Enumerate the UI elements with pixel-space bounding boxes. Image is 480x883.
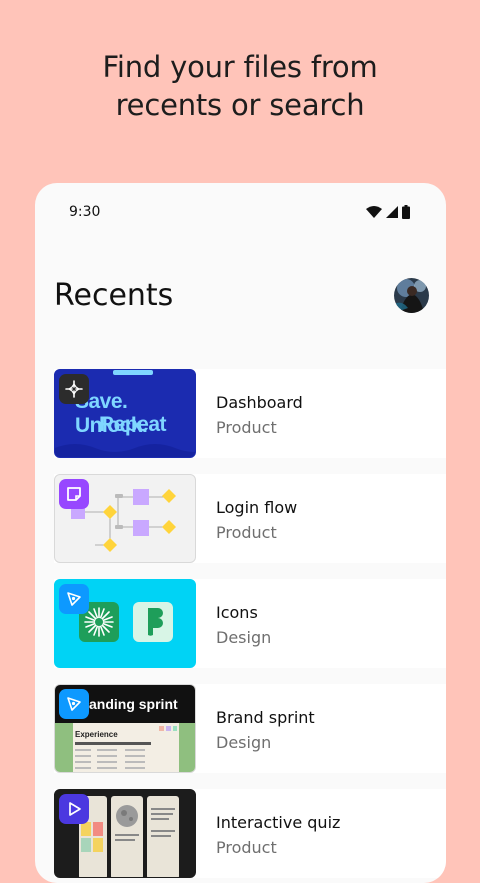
onboarding-headline: Find your files from recents or search (0, 48, 480, 124)
file-card-interactive-quiz[interactable]: Interactive quiz Product (54, 789, 446, 878)
battery-icon (402, 205, 410, 219)
pen-tool-icon (59, 584, 89, 614)
avatar-photo (394, 278, 429, 313)
file-team: Product (216, 523, 277, 542)
headline-line-2: recents or search (115, 88, 365, 122)
sticky-note-icon (59, 479, 89, 509)
file-thumbnail: anding sprint Experience (54, 684, 196, 773)
file-team: Product (216, 838, 277, 857)
pen-tool-icon (59, 689, 89, 719)
wifi-icon (366, 206, 382, 218)
file-thumbnail: Save. Unlock. Repeat (54, 369, 196, 458)
file-card-brand-sprint[interactable]: anding sprint Experience Brand sprint De… (54, 684, 446, 773)
file-thumbnail (54, 474, 196, 563)
cellular-signal-icon (386, 206, 398, 218)
file-card-icons[interactable]: Icons Design (54, 579, 446, 668)
figjam-sparkle-icon (59, 374, 89, 404)
file-team: Design (216, 733, 272, 752)
play-icon (59, 794, 89, 824)
status-icons (366, 205, 410, 219)
status-time: 9:30 (69, 204, 101, 220)
file-name: Icons (216, 603, 258, 622)
file-thumbnail (54, 579, 196, 668)
headline-line-1: Find your files from (102, 50, 378, 84)
file-team: Product (216, 418, 277, 437)
file-team: Design (216, 628, 272, 647)
file-thumbnail (54, 789, 196, 878)
status-bar: 9:30 (35, 183, 446, 239)
file-name: Dashboard (216, 393, 303, 412)
file-name: Login flow (216, 498, 298, 517)
brand-sprint-thumb-heading: Experience (75, 730, 118, 739)
file-name: Interactive quiz (216, 813, 341, 832)
file-card-dashboard[interactable]: Save. Unlock. Repeat Dashboard Product (54, 369, 446, 458)
file-card-login-flow[interactable]: Login flow Product (54, 474, 446, 563)
page-title: Recents (54, 278, 174, 313)
dashboard-thumb-text-bottom: Repeat (99, 413, 167, 436)
brand-sprint-thumb-banner: anding sprint (89, 696, 178, 712)
user-avatar[interactable] (394, 278, 429, 313)
phone-screen: 9:30 Recents Save. Unlock. Repeat Dashbo… (35, 183, 446, 883)
file-name: Brand sprint (216, 708, 315, 727)
